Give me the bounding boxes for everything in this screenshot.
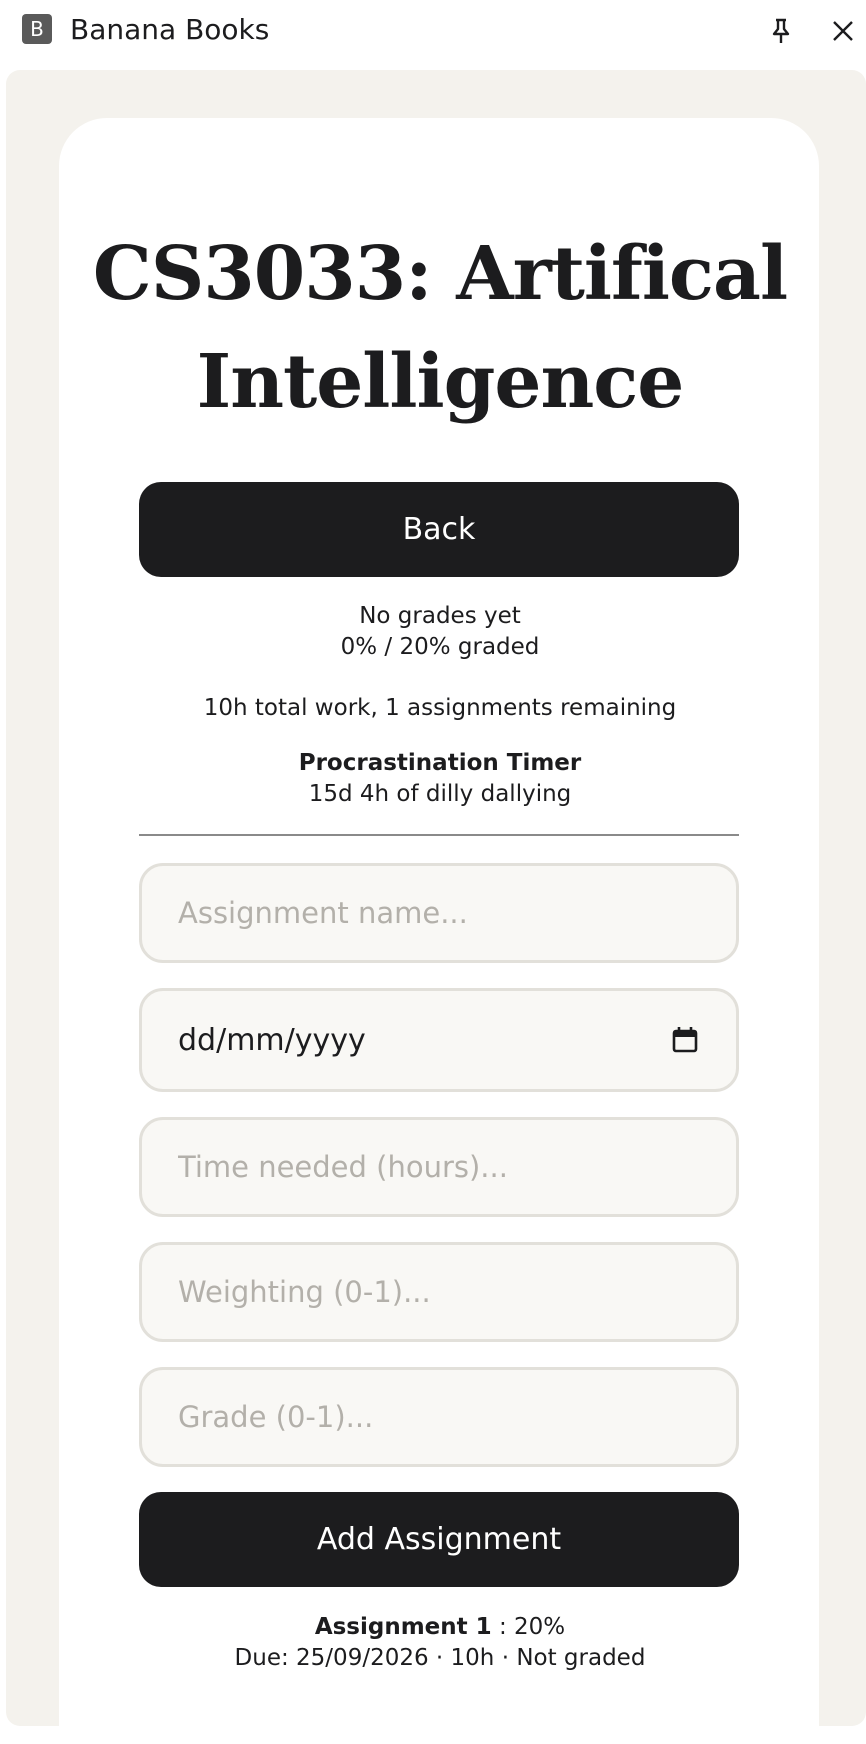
page-title: CS3033: Artifical Intelligence xyxy=(92,231,788,425)
due-date-input[interactable]: dd/mm/yyyy xyxy=(139,988,739,1092)
work-summary: 10h total work, 1 assignments remaining xyxy=(203,695,677,721)
calendar-icon[interactable] xyxy=(670,1025,700,1055)
close-icon[interactable] xyxy=(826,14,860,48)
weighting-input[interactable] xyxy=(139,1242,739,1342)
assignment-name: Assignment 1 xyxy=(314,1614,492,1640)
add-assignment-button[interactable]: Add Assignment xyxy=(139,1492,739,1587)
assignment-title: Assignment 1 : 20% xyxy=(60,1612,820,1643)
timer-heading: Procrastination Timer xyxy=(298,750,582,776)
title-bar: B Banana Books xyxy=(0,0,866,62)
divider xyxy=(139,834,739,836)
pin-icon[interactable] xyxy=(764,14,798,48)
timer-value: 15d 4h of dilly dallying xyxy=(308,781,572,807)
app-title: Banana Books xyxy=(70,13,270,46)
assignment-details: Due: 25/09/2026 · 10h · Not graded xyxy=(234,1645,646,1671)
app-logo-icon: B xyxy=(22,14,52,44)
time-needed-input[interactable] xyxy=(139,1117,739,1217)
graded-fraction: 0% / 20% graded xyxy=(340,634,540,660)
grade-input[interactable] xyxy=(139,1367,739,1467)
date-placeholder: dd/mm/yyyy xyxy=(178,1022,366,1058)
assignment-name-input[interactable] xyxy=(139,863,739,963)
grades-status: No grades yet xyxy=(359,603,521,629)
assignment-weight: : 20% xyxy=(491,1614,566,1640)
back-button[interactable]: Back xyxy=(139,482,739,577)
